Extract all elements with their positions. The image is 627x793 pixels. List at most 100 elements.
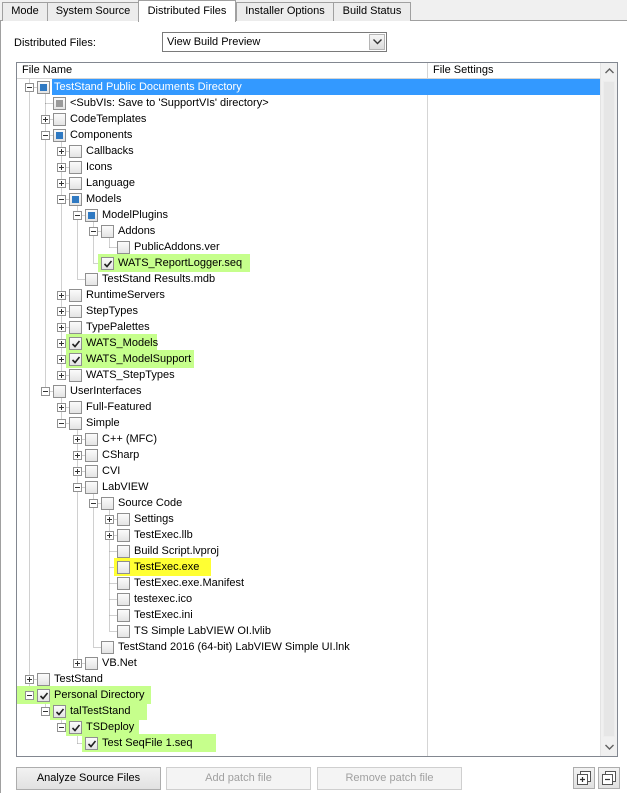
checkbox-unchecked[interactable] bbox=[69, 145, 82, 158]
checkbox-unchecked[interactable] bbox=[69, 177, 82, 190]
tree-row-codetemplates[interactable]: CodeTemplates bbox=[17, 111, 602, 127]
tree-row-addons[interactable]: Addons bbox=[17, 223, 602, 239]
checkbox-checked[interactable] bbox=[101, 257, 114, 270]
tree-row-csharp[interactable]: CSharp bbox=[17, 447, 602, 463]
tree-row-personal-directory[interactable]: Personal Directory bbox=[17, 686, 602, 704]
file-tree[interactable]: File Name File Settings TestStand Public… bbox=[16, 62, 618, 757]
tree-row-runtimeservers[interactable]: RuntimeServers bbox=[17, 287, 602, 303]
tree-row-vb-net[interactable]: VB.Net bbox=[17, 655, 602, 671]
checkbox-checked[interactable] bbox=[85, 737, 98, 750]
expand-icon[interactable] bbox=[57, 355, 66, 364]
checkbox-checked[interactable] bbox=[37, 689, 50, 702]
checkbox-unchecked[interactable] bbox=[69, 401, 82, 414]
scroll-up-icon[interactable] bbox=[605, 68, 614, 74]
expand-icon[interactable] bbox=[41, 115, 50, 124]
checkbox-partial[interactable] bbox=[69, 193, 82, 206]
expand-all-button[interactable] bbox=[573, 767, 595, 789]
tree-row-teststand-public-documents-directory[interactable]: TestStand Public Documents Directory bbox=[17, 79, 602, 95]
expand-icon[interactable] bbox=[73, 467, 82, 476]
tree-row-steptypes[interactable]: StepTypes bbox=[17, 303, 602, 319]
collapse-icon[interactable] bbox=[89, 227, 98, 236]
checkbox-unchecked[interactable] bbox=[117, 625, 130, 638]
checkbox-unchecked[interactable] bbox=[117, 561, 130, 574]
tree-row-ts-simple-labview-oi-lvlib[interactable]: TS Simple LabVIEW OI.lvlib bbox=[17, 623, 602, 639]
expand-icon[interactable] bbox=[25, 675, 34, 684]
checkbox-unchecked[interactable] bbox=[85, 657, 98, 670]
checkbox-unchecked[interactable] bbox=[85, 465, 98, 478]
tab-mode[interactable]: Mode bbox=[2, 2, 48, 21]
checkbox-unchecked[interactable] bbox=[101, 641, 114, 654]
tree-row-test-seqfile-1-seq[interactable]: Test SeqFile 1.seq bbox=[17, 734, 602, 752]
tree-row-models[interactable]: Models bbox=[17, 191, 602, 207]
tree-row-wats-modelsupport[interactable]: WATS_ModelSupport bbox=[17, 350, 602, 368]
expand-icon[interactable] bbox=[57, 179, 66, 188]
expand-icon[interactable] bbox=[73, 451, 82, 460]
dropdown-button[interactable] bbox=[369, 34, 385, 50]
tree-row-tsdeploy[interactable]: TSDeploy bbox=[17, 718, 602, 736]
checkbox-unchecked[interactable] bbox=[53, 113, 66, 126]
checkbox-unchecked[interactable] bbox=[117, 593, 130, 606]
checkbox-unchecked[interactable] bbox=[85, 273, 98, 286]
checkbox-checked[interactable] bbox=[53, 705, 66, 718]
collapse-all-button[interactable] bbox=[598, 767, 620, 789]
collapse-icon[interactable] bbox=[41, 707, 50, 716]
expand-icon[interactable] bbox=[57, 371, 66, 380]
collapse-icon[interactable] bbox=[89, 499, 98, 508]
expand-icon[interactable] bbox=[57, 147, 66, 156]
tab-installer-options[interactable]: Installer Options bbox=[236, 2, 334, 21]
checkbox-unchecked[interactable] bbox=[69, 417, 82, 430]
tree-row-testexec-ico[interactable]: testexec.ico bbox=[17, 591, 602, 607]
tree-row-wats-models[interactable]: WATS_Models bbox=[17, 334, 602, 352]
tree-row-teststand[interactable]: TestStand bbox=[17, 671, 602, 687]
tree-row-publicaddons-ver[interactable]: PublicAddons.ver bbox=[17, 239, 602, 255]
tree-row-teststand-2016-64-bit-labview-simple-ui-lnk[interactable]: TestStand 2016 (64-bit) LabVIEW Simple U… bbox=[17, 639, 602, 655]
checkbox-unchecked[interactable] bbox=[69, 161, 82, 174]
collapse-icon[interactable] bbox=[57, 723, 66, 732]
tree-row-testexec-llb[interactable]: TestExec.llb bbox=[17, 527, 602, 543]
checkbox-unchecked[interactable] bbox=[117, 545, 130, 558]
tree-row-teststand-results-mdb[interactable]: TestStand Results.mdb bbox=[17, 271, 602, 287]
vertical-scrollbar[interactable] bbox=[600, 63, 617, 756]
checkbox-unchecked[interactable] bbox=[101, 497, 114, 510]
collapse-icon[interactable] bbox=[57, 195, 66, 204]
checkbox-unchecked[interactable] bbox=[37, 673, 50, 686]
tree-row-typepalettes[interactable]: TypePalettes bbox=[17, 319, 602, 335]
collapse-icon[interactable] bbox=[73, 483, 82, 492]
tree-row-testexec-exe[interactable]: TestExec.exe bbox=[17, 558, 602, 576]
tree-row-build-script-lvproj[interactable]: Build Script.lvproj bbox=[17, 543, 602, 559]
checkbox-partial[interactable] bbox=[37, 81, 50, 94]
tree-row-c-mfc[interactable]: C++ (MFC) bbox=[17, 431, 602, 447]
collapse-icon[interactable] bbox=[41, 387, 50, 396]
checkbox-partial[interactable] bbox=[85, 209, 98, 222]
tree-row-cvi[interactable]: CVI bbox=[17, 463, 602, 479]
checkbox-unchecked[interactable] bbox=[69, 321, 82, 334]
expand-icon[interactable] bbox=[105, 531, 114, 540]
tree-row-testexec-exe-manifest[interactable]: TestExec.exe.Manifest bbox=[17, 575, 602, 591]
collapse-icon[interactable] bbox=[41, 131, 50, 140]
collapse-icon[interactable] bbox=[25, 691, 34, 700]
expand-icon[interactable] bbox=[57, 163, 66, 172]
expand-icon[interactable] bbox=[57, 291, 66, 300]
tree-row-wats-reportlogger-seq[interactable]: WATS_ReportLogger.seq bbox=[17, 254, 602, 272]
collapse-icon[interactable] bbox=[57, 419, 66, 428]
tab-build-status[interactable]: Build Status bbox=[333, 2, 411, 21]
checkbox-unchecked[interactable] bbox=[85, 433, 98, 446]
scrollbar-thumb[interactable] bbox=[603, 81, 615, 737]
checkbox-unchecked[interactable] bbox=[85, 481, 98, 494]
checkbox-unchecked[interactable] bbox=[85, 449, 98, 462]
distributed-files-select[interactable]: View Build Preview bbox=[162, 32, 387, 52]
expand-icon[interactable] bbox=[105, 515, 114, 524]
collapse-icon[interactable] bbox=[73, 211, 82, 220]
expand-icon[interactable] bbox=[57, 403, 66, 412]
tree-row-userinterfaces[interactable]: UserInterfaces bbox=[17, 383, 602, 399]
checkbox-unchecked[interactable] bbox=[117, 241, 130, 254]
add-patch-file-button[interactable]: Add patch file bbox=[166, 767, 311, 790]
tree-row-subvis-save-to-supportvis-directory[interactable]: <SubVIs: Save to 'SupportVIs' directory> bbox=[17, 95, 602, 111]
expand-icon[interactable] bbox=[57, 323, 66, 332]
expand-icon[interactable] bbox=[57, 307, 66, 316]
tree-row-testexec-ini[interactable]: TestExec.ini bbox=[17, 607, 602, 623]
checkbox-unchecked[interactable] bbox=[69, 305, 82, 318]
checkbox-partial[interactable] bbox=[53, 129, 66, 142]
tree-row-talteststand[interactable]: talTestStand bbox=[17, 702, 602, 720]
checkbox-unchecked[interactable] bbox=[117, 577, 130, 590]
